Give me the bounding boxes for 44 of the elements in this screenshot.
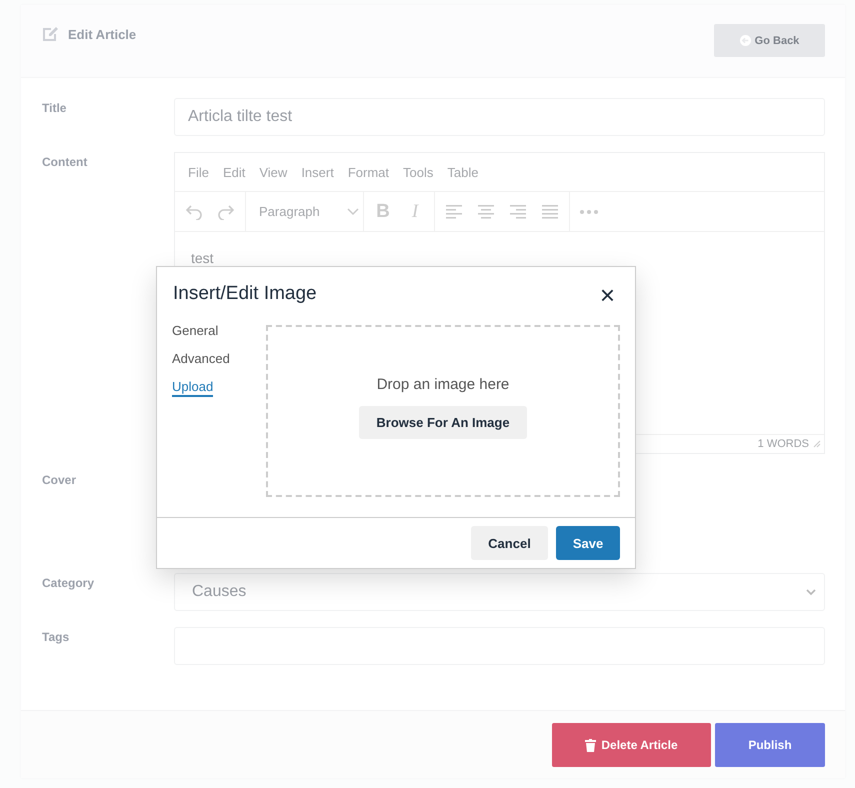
publish-button[interactable]: Publish: [715, 723, 825, 767]
redo-icon[interactable]: [217, 204, 235, 220]
undo-icon[interactable]: [185, 204, 203, 220]
edit-icon: [42, 26, 59, 42]
close-button[interactable]: ×: [600, 282, 615, 308]
menu-item[interactable]: Edit: [222, 164, 246, 180]
menu-item[interactable]: Format: [348, 164, 389, 180]
drop-zone[interactable]: Drop an image here Browse For An Image: [266, 325, 620, 497]
chevron-down-icon: [806, 588, 816, 596]
trash-icon: [585, 738, 596, 752]
chevron-down-icon: [347, 208, 359, 216]
align-icon[interactable]: [509, 204, 527, 218]
dialog-tab[interactable]: General: [172, 323, 218, 341]
drop-hint: Drop an image here: [376, 376, 510, 392]
field-label: Content: [42, 154, 88, 171]
arrow-circle-icon: [740, 35, 751, 46]
browse-button[interactable]: Browse For An Image: [359, 406, 527, 438]
save-button[interactable]: Save: [556, 526, 620, 560]
go-back-button[interactable]: Go Back: [714, 24, 825, 57]
menu-item[interactable]: Table: [447, 164, 478, 180]
resize-handle-icon[interactable]: [813, 440, 821, 448]
category-select[interactable]: Causes: [174, 573, 825, 611]
editor-text: test: [191, 250, 214, 266]
field-label: Cover: [42, 472, 78, 489]
menu-item[interactable]: Insert: [301, 164, 334, 180]
block-format-dropdown[interactable]: Paragraph: [246, 192, 364, 231]
menu-item[interactable]: File: [188, 164, 209, 180]
text-field[interactable]: Articla tilte test: [174, 98, 825, 136]
align-icon[interactable]: [445, 204, 463, 218]
align-icon[interactable]: [477, 204, 495, 218]
field-label: Category: [42, 575, 96, 592]
cancel-button[interactable]: Cancel: [471, 526, 548, 560]
menu-item[interactable]: Tools: [403, 164, 434, 180]
more-icon[interactable]: [580, 210, 598, 214]
delete-article-button[interactable]: Delete Article: [552, 723, 711, 767]
page-title: Edit Article: [68, 26, 136, 42]
field-label: Tags: [42, 629, 70, 646]
align-icon[interactable]: [541, 204, 559, 218]
dialog-tab[interactable]: Upload: [172, 379, 214, 397]
word-count: 1 WORDS: [758, 438, 809, 450]
dialog-tab[interactable]: Advanced: [172, 351, 230, 369]
field-label: Title: [42, 100, 68, 117]
dialog-title: Insert/Edit Image: [173, 283, 317, 305]
menu-item[interactable]: View: [259, 164, 288, 180]
